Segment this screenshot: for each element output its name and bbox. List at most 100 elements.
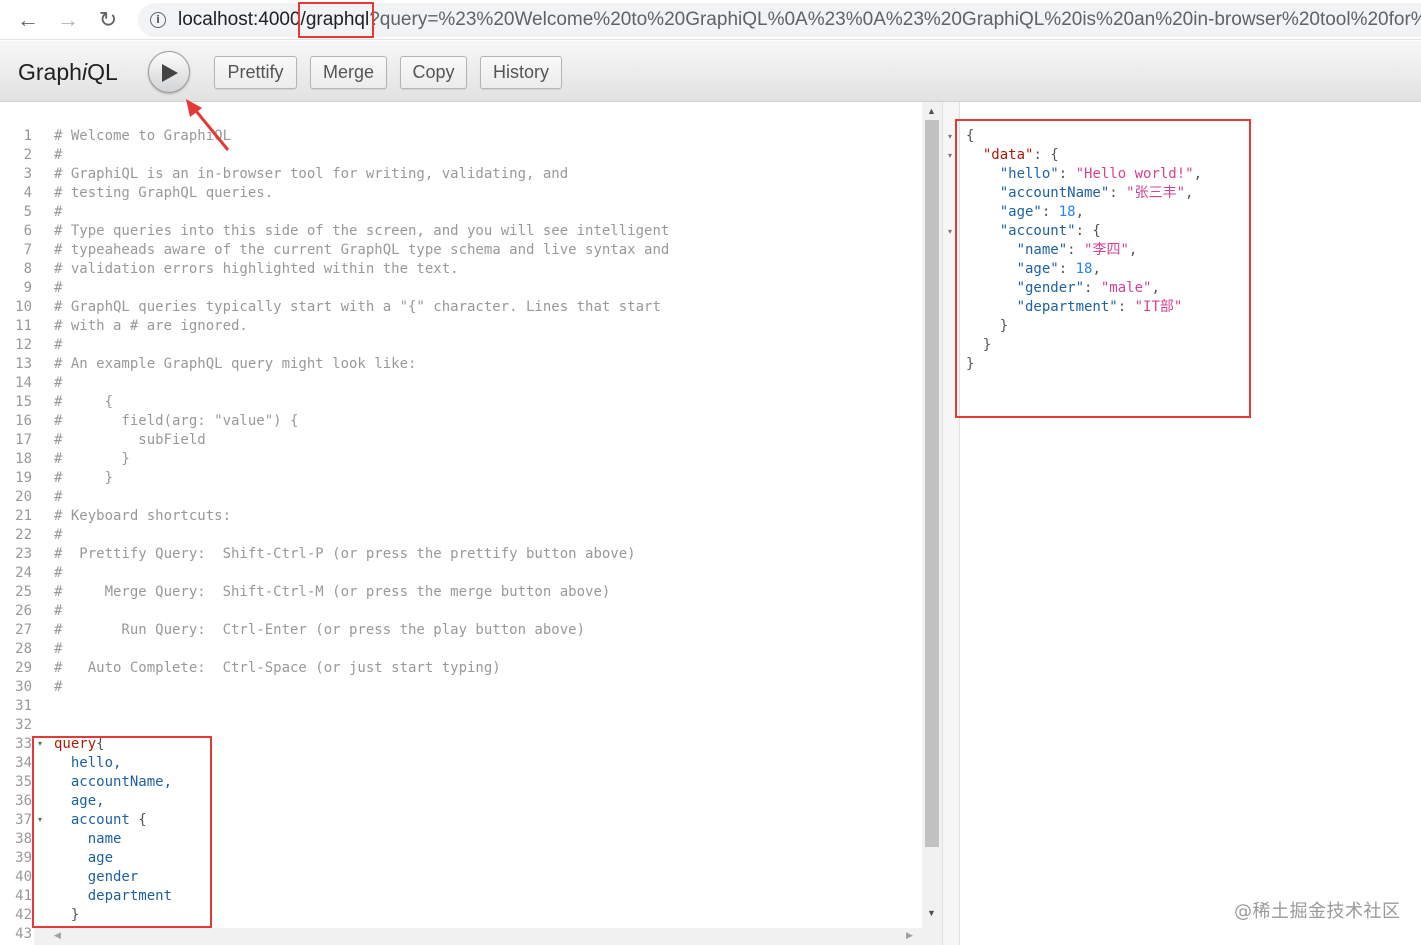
site-info-icon[interactable]: i xyxy=(150,12,166,28)
comment-line: # Keyboard shortcuts: xyxy=(54,508,232,524)
line-number: 38 xyxy=(15,831,32,847)
line-number: 37 xyxy=(15,812,32,828)
line-number-gutter: 1 2 3 4 5 6 7 8 9 10 11 12 13 14 15 16 17 18 19 20 21 22 23 24 2… xyxy=(0,102,34,945)
line-number: 5 xyxy=(23,204,32,220)
comment-line: # } xyxy=(54,470,114,486)
line-number: 39 xyxy=(15,850,32,866)
graphiql-logo: GraphiQL xyxy=(18,59,118,86)
line-number: 1 xyxy=(23,128,32,144)
comment-line xyxy=(54,697,669,716)
line-numbers: 1 2 3 4 5 6 7 8 9 10 11 12 13 14 15 16 17 18 19 20 21 22 23 24 2… xyxy=(0,127,32,944)
line-number: 35 xyxy=(15,774,32,790)
line-number: 19 xyxy=(15,470,32,486)
fold-arrow-icon[interactable]: ▾ xyxy=(948,222,952,241)
editor-vertical-scrollbar[interactable]: ▲ ▼ xyxy=(922,102,942,945)
line-number: 9 xyxy=(23,280,32,296)
line-number: 30 xyxy=(15,679,32,695)
comment-line: # xyxy=(54,527,63,543)
editor-horizontal-scrollbar[interactable]: ◀ ▶ xyxy=(34,928,922,945)
line-number: 17 xyxy=(15,432,32,448)
line-number: 4 xyxy=(23,185,32,201)
line-number: 2 xyxy=(23,147,32,163)
comment-line: # GraphQL queries typically start with a… xyxy=(54,299,661,315)
line-number: 32 xyxy=(15,717,32,733)
watermark: @稀土掘金技术社区 xyxy=(1234,901,1401,922)
comment-line: # xyxy=(54,375,63,391)
comment-line: # subField xyxy=(54,432,206,448)
fold-arrow-icon[interactable]: ▾ xyxy=(948,127,952,146)
comment-line: # with a # are ignored. xyxy=(54,318,248,334)
comment-lines: # Welcome to GraphiQL # # GraphiQL is an i… xyxy=(54,127,669,735)
scroll-up-icon[interactable]: ▲ xyxy=(927,106,936,116)
comment-line: # xyxy=(54,679,63,695)
line-number: 43 xyxy=(15,926,32,942)
line-number: 8 xyxy=(23,261,32,277)
comment-line: # Merge Query: Shift-Ctrl-M (or press th… xyxy=(54,584,611,600)
line-number: 36 xyxy=(15,793,32,809)
comment-line: # Type queries into this side of the scr… xyxy=(54,223,670,239)
comment-line: # { xyxy=(54,394,114,410)
copy-button[interactable]: Copy xyxy=(400,56,467,89)
logo-suffix: QL xyxy=(87,59,118,85)
comment-line: # GraphiQL is an in-browser tool for wri… xyxy=(54,166,569,182)
comment-line: # xyxy=(54,147,63,163)
line-number: 7 xyxy=(23,242,32,258)
line-number: 27 xyxy=(15,622,32,638)
back-arrow-icon[interactable]: ← xyxy=(14,6,42,34)
comment-line: # testing GraphQL queries. xyxy=(54,185,274,201)
line-number: 22 xyxy=(15,527,32,543)
query-highlight-box xyxy=(32,736,212,928)
line-number: 40 xyxy=(15,869,32,885)
comment-line: # xyxy=(54,565,63,581)
line-number: 10 xyxy=(15,299,32,315)
line-number: 25 xyxy=(15,584,32,600)
line-number: 20 xyxy=(15,489,32,505)
line-number: 34 xyxy=(15,755,32,771)
comment-line: # xyxy=(54,489,63,505)
line-number: 13 xyxy=(15,356,32,372)
line-number: 14 xyxy=(15,375,32,391)
reload-icon[interactable]: ↻ xyxy=(94,6,122,34)
comment-line xyxy=(54,716,669,735)
history-button[interactable]: History xyxy=(480,56,562,89)
comment-line: # validation errors highlighted within t… xyxy=(54,261,459,277)
logo-prefix: Graph xyxy=(18,59,82,85)
line-number: 6 xyxy=(23,223,32,239)
browser-toolbar: ← → ↻ i localhost:4000/graphql?query=%23… xyxy=(0,0,1421,40)
url-path-highlight-box xyxy=(298,2,374,38)
comment-line: # field(arg: "value") { xyxy=(54,413,299,429)
scroll-right-icon[interactable]: ▶ xyxy=(906,930,913,941)
line-number: 41 xyxy=(15,888,32,904)
scroll-down-icon[interactable]: ▼ xyxy=(927,908,936,918)
line-number: 31 xyxy=(15,698,32,714)
scrollbar-thumb[interactable] xyxy=(925,120,939,847)
forward-arrow-icon[interactable]: → xyxy=(54,6,82,34)
line-number: 23 xyxy=(15,546,32,562)
line-number: 42 xyxy=(15,907,32,923)
fold-arrow-icon[interactable]: ▾ xyxy=(948,146,952,165)
comment-line: # } xyxy=(54,451,130,467)
line-number: 11 xyxy=(15,318,32,334)
prettify-button[interactable]: Prettify xyxy=(214,56,297,89)
comment-line: # xyxy=(54,337,63,353)
merge-button[interactable]: Merge xyxy=(310,56,387,89)
line-number: 33 xyxy=(15,736,32,752)
line-number: 24 xyxy=(15,565,32,581)
comment-line: # xyxy=(54,603,63,619)
comment-line: # typeaheads aware of the current GraphQ… xyxy=(54,242,670,258)
line-number: 3 xyxy=(23,166,32,182)
line-number: 16 xyxy=(15,413,32,429)
comment-line: # An example GraphQL query might look li… xyxy=(54,356,417,372)
result-highlight-box xyxy=(955,119,1251,418)
line-number: 26 xyxy=(15,603,32,619)
execute-query-button[interactable] xyxy=(148,51,190,93)
comment-line: # Welcome to GraphiQL xyxy=(54,128,232,144)
scroll-left-icon[interactable]: ◀ xyxy=(54,930,61,941)
line-number: 18 xyxy=(15,451,32,467)
comment-line: # Auto Complete: Ctrl-Space (or just sta… xyxy=(54,660,501,676)
comment-line: # Run Query: Ctrl-Enter (or press the pl… xyxy=(54,622,586,638)
graphiql-toolbar: GraphiQL Prettify Merge Copy History xyxy=(0,41,1421,102)
line-number: 29 xyxy=(15,660,32,676)
comment-line: # xyxy=(54,641,63,657)
play-icon xyxy=(162,64,178,82)
